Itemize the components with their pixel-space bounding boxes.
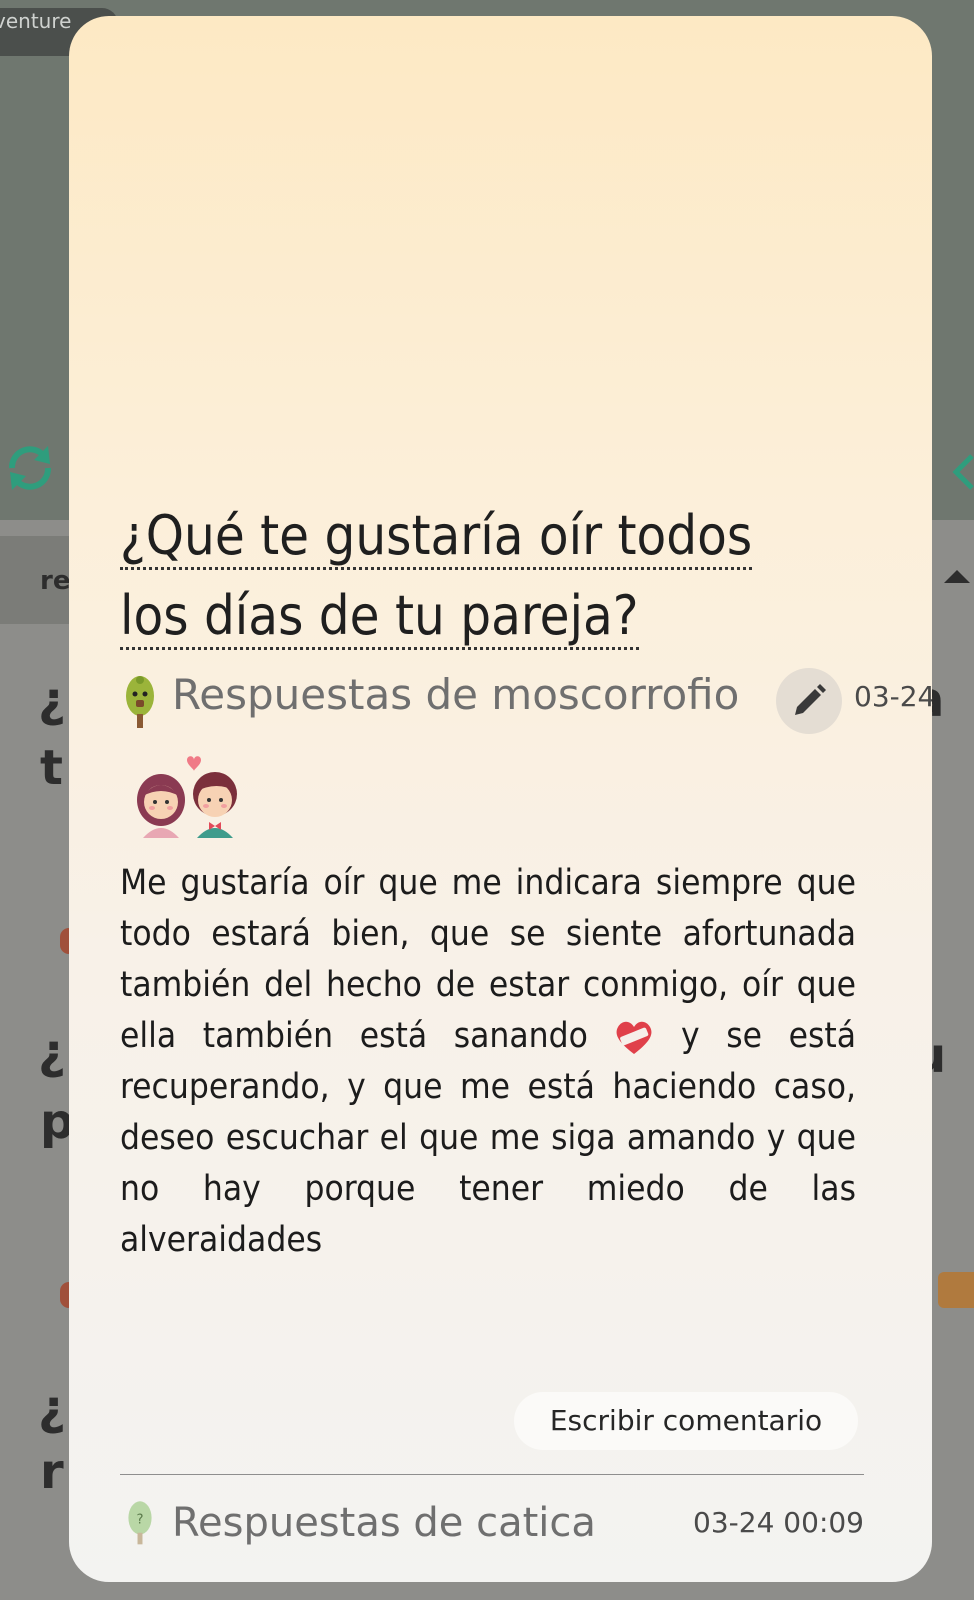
answer-modal: ¿Qué te gustaría oír todos los días de t… [69, 16, 932, 1582]
tree-question-icon: ? [128, 1501, 152, 1545]
edit-button[interactable] [776, 668, 842, 734]
background-text: ¿ [38, 1380, 66, 1436]
answer-timestamp: 03-24 11:2 [854, 680, 932, 713]
divider [120, 1474, 864, 1475]
svg-text:?: ? [136, 1513, 143, 1528]
pencil-icon [795, 684, 826, 715]
background-text: r [40, 1444, 64, 1500]
answer-text: Me gustaría oír que me indicara siempre … [120, 858, 856, 1266]
next-answer-row[interactable]: ? Respuestas de catica 03-24 00:09 [120, 1496, 864, 1556]
next-author-label[interactable]: Respuestas de catica [172, 1500, 596, 1546]
author-row: Respuestas de moscorrofio 03-24 11:2 [120, 668, 932, 738]
caret-up-icon [944, 570, 970, 583]
next-answer-timestamp: 03-24 00:09 [693, 1506, 864, 1539]
question-title-line2: los días de tu pareja? [120, 584, 639, 650]
background-pill-label: re [40, 566, 71, 596]
tree-avatar-icon [126, 676, 154, 728]
background-text: ¿ [38, 1024, 66, 1080]
write-comment-button[interactable]: Escribir comentario [514, 1392, 858, 1450]
background-text: t [40, 740, 63, 796]
chevron-left-icon[interactable] [950, 452, 974, 492]
question-title-line1: ¿Qué te gustaría oír todos [120, 504, 753, 570]
refresh-icon[interactable] [2, 440, 58, 496]
author-label[interactable]: Respuestas de moscorrofio [172, 670, 739, 719]
envelope-icon [938, 1272, 974, 1308]
question-title: ¿Qué te gustaría oír todos los días de t… [120, 496, 860, 656]
mending-heart-emoji [617, 1021, 652, 1054]
background-text: ¿ [38, 672, 66, 728]
couple-sticker [137, 756, 237, 838]
